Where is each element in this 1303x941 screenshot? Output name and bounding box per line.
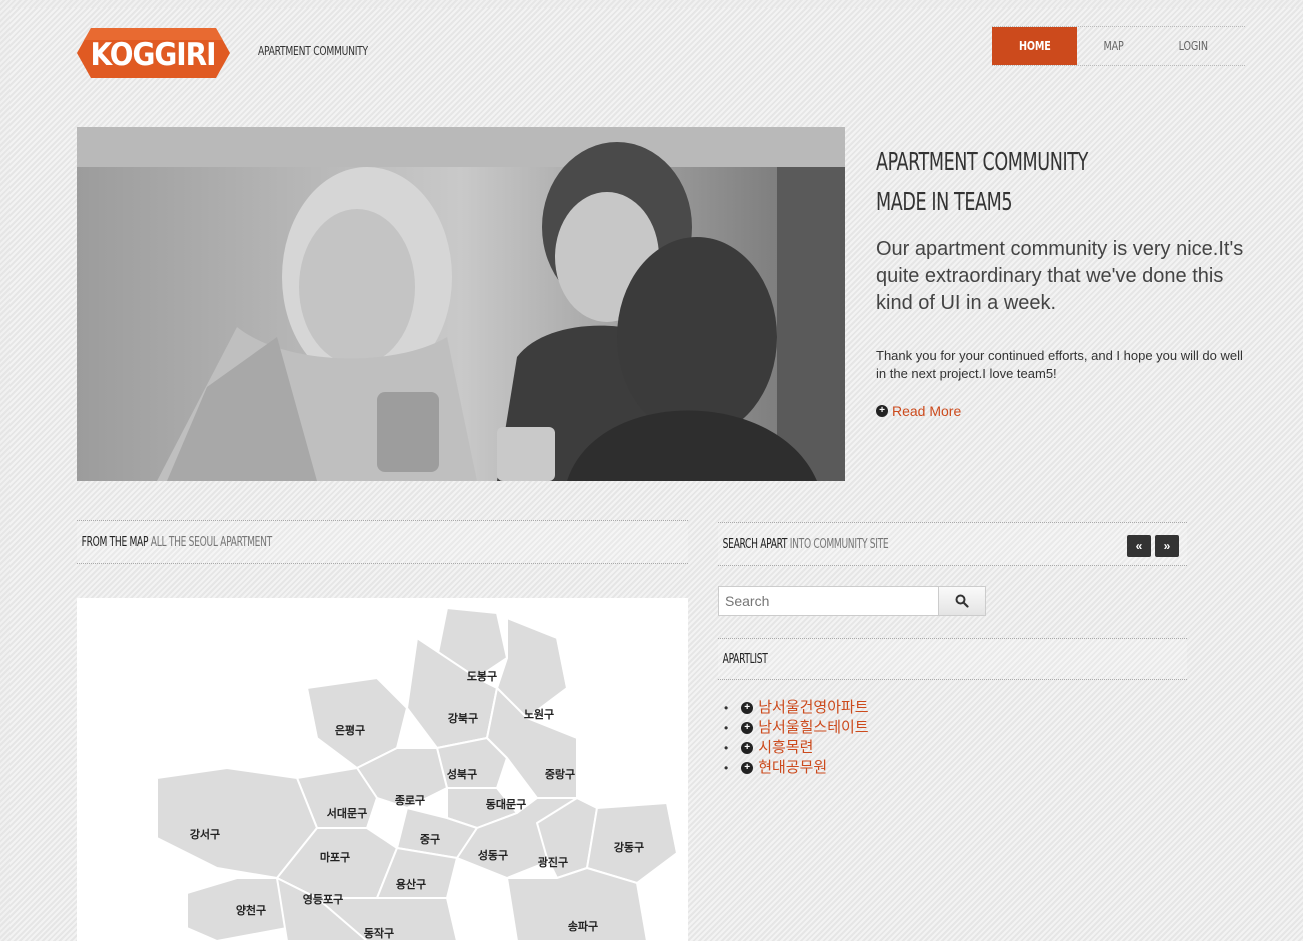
search-section-subtitle: INTO COMMUNITY SITE [789, 536, 889, 552]
read-more-link[interactable]: + Read More [876, 403, 961, 419]
district-label: 송파구 [568, 919, 598, 933]
search-section-title: SEARCH APART [722, 536, 788, 552]
district-label: 은평구 [335, 723, 365, 737]
district-label: 동작구 [364, 926, 394, 940]
district-label: 성동구 [478, 848, 508, 862]
district-label: 동대문구 [486, 797, 526, 811]
apart-list: • + 남서울건영아파트 • + 남서울힐스테이트 • + 시흥목련 • + 현대공무원 [724, 698, 869, 778]
apartlist-header: APARTLIST [718, 638, 1187, 680]
prev-button[interactable]: « [1127, 535, 1151, 557]
search-button[interactable] [939, 586, 986, 616]
district-label: 도봉구 [467, 670, 497, 683]
list-item[interactable]: • + 남서울힐스테이트 [724, 718, 869, 738]
search-input[interactable] [718, 586, 939, 616]
list-item[interactable]: • + 시흥목련 [724, 738, 869, 758]
search-section-header: SEARCH APART INTO COMMUNITY SITE « » [718, 522, 1187, 566]
district-label: 강동구 [614, 840, 644, 854]
list-item[interactable]: • + 남서울건영아파트 [724, 698, 869, 718]
district-label: 용산구 [396, 877, 426, 891]
search-icon [955, 594, 969, 608]
district-label: 영등포구 [303, 893, 343, 906]
search-bar [718, 586, 986, 616]
district-label: 강서구 [190, 827, 220, 841]
district-label: 종로구 [395, 794, 425, 807]
plus-circle-icon: + [876, 405, 888, 417]
plus-circle-icon: + [741, 742, 754, 754]
site-tagline: APARTMENT COMMUNITY [258, 44, 368, 58]
nav-home[interactable]: HOME [992, 27, 1077, 65]
hero-photo [77, 127, 845, 481]
district-label: 중구 [420, 833, 440, 846]
logo-text: KOGGIRI [91, 37, 216, 73]
district-label: 양천구 [236, 903, 266, 917]
nav-login[interactable]: LOGIN [1150, 27, 1237, 65]
next-button[interactable]: » [1155, 535, 1179, 557]
district-label: 강북구 [448, 711, 478, 725]
apart-name[interactable]: 남서울건영아파트 [758, 698, 868, 718]
apart-name[interactable]: 남서울힐스테이트 [758, 718, 868, 738]
hero-title-line2: MADE IN TEAM5 [876, 187, 1013, 216]
district-label: 노원구 [524, 707, 554, 721]
hero-title: APARTMENT COMMUNITY MADE IN TEAM5 [876, 142, 1088, 222]
map-section-title: FROM THE MAP [81, 534, 149, 550]
district-label: 서대문구 [327, 806, 367, 820]
main-nav: HOME MAP LOGIN [992, 26, 1245, 66]
district-label: 중랑구 [545, 768, 575, 781]
read-more-label: Read More [892, 403, 962, 419]
plus-circle-icon: + [741, 722, 754, 734]
seoul-map[interactable]: 도봉구 노원구 강북구 은평구 성북구 중랑구 종로구 동대문구 서대문구 중구… [77, 598, 688, 941]
list-item[interactable]: • + 현대공무원 [724, 758, 869, 778]
apart-name[interactable]: 시흥목련 [758, 738, 813, 758]
map-section-subtitle: ALL THE SEOUL APARTMENT [150, 534, 272, 550]
logo[interactable]: KOGGIRI [77, 24, 230, 82]
apartlist-title: APARTLIST [722, 651, 768, 667]
plus-circle-icon: + [741, 702, 754, 714]
apart-name[interactable]: 현대공무원 [758, 758, 827, 778]
map-section-header: FROM THE MAP ALL THE SEOUL APARTMENT [77, 520, 688, 564]
hero-small-text: Thank you for your continued efforts, an… [876, 348, 1243, 381]
district-label: 마포구 [320, 850, 350, 864]
hero-lead: Our apartment community is very nice.It'… [876, 238, 1244, 314]
plus-circle-icon: + [741, 762, 754, 774]
nav-map[interactable]: MAP [1077, 27, 1150, 65]
district-label: 성북구 [447, 767, 477, 781]
hero-title-line1: APARTMENT COMMUNITY [876, 147, 1088, 176]
district-label: 광진구 [538, 855, 568, 869]
